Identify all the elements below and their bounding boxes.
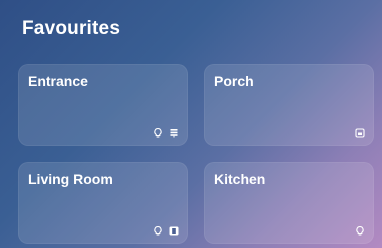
tile-icons — [354, 127, 366, 139]
tile-label: Entrance — [28, 73, 88, 89]
tile-label: Kitchen — [214, 171, 266, 187]
lightbulb-icon — [154, 127, 162, 138]
tile-icons — [152, 127, 180, 139]
tile-porch[interactable]: Porch — [204, 64, 374, 146]
lightbulb-icon — [154, 225, 162, 236]
tile-kitchen[interactable]: Kitchen — [204, 162, 374, 244]
tile-label: Living Room — [28, 171, 113, 187]
tile-living-room[interactable]: Living Room — [18, 162, 188, 244]
tile-icons — [152, 225, 180, 237]
tile-label: Porch — [214, 73, 254, 89]
device-icon — [355, 128, 365, 138]
tile-icons — [354, 225, 366, 237]
lightbulb-icon — [356, 225, 364, 236]
favourites-grid: Entrance Porch Living Room Kitchen — [0, 0, 382, 248]
door-icon — [169, 226, 179, 236]
tile-entrance[interactable]: Entrance — [18, 64, 188, 146]
blinds-icon — [170, 129, 178, 138]
